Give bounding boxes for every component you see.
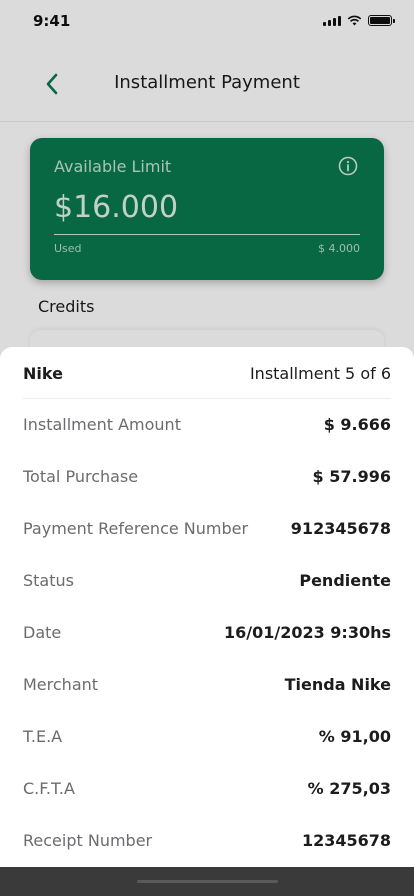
detail-label: Total Purchase bbox=[23, 467, 139, 486]
detail-value: $ 9.666 bbox=[323, 415, 391, 434]
detail-label: C.F.T.A bbox=[23, 779, 75, 798]
detail-row-payment-reference: Payment Reference Number 912345678 bbox=[23, 519, 391, 543]
installment-detail-sheet: Nike Installment 5 of 6 Installment Amou… bbox=[0, 347, 414, 867]
detail-row-installment-amount: Installment Amount $ 9.666 bbox=[23, 415, 391, 439]
detail-value: Tienda Nike bbox=[284, 675, 391, 694]
home-indicator[interactable] bbox=[137, 880, 278, 883]
detail-value: 12345678 bbox=[301, 831, 391, 850]
detail-value: 912345678 bbox=[290, 519, 391, 538]
detail-label: Status bbox=[23, 571, 74, 590]
detail-row-tea: T.E.A % 91,00 bbox=[23, 727, 391, 751]
detail-row-merchant: Merchant Tienda Nike bbox=[23, 675, 391, 699]
detail-row-date: Date 16/01/2023 9:30hs bbox=[23, 623, 391, 647]
detail-row-total-purchase: Total Purchase $ 57.996 bbox=[23, 467, 391, 491]
detail-label: Payment Reference Number bbox=[23, 519, 249, 538]
detail-row-cfta: C.F.T.A % 275,03 bbox=[23, 779, 391, 803]
detail-value: Pendiente bbox=[299, 571, 391, 590]
home-bar-area bbox=[0, 867, 414, 896]
detail-label: Installment Amount bbox=[23, 415, 181, 434]
detail-value: 16/01/2023 9:30hs bbox=[223, 623, 391, 642]
sheet-header: Nike Installment 5 of 6 bbox=[23, 347, 391, 399]
sheet-merchant-name: Nike bbox=[23, 364, 63, 383]
detail-row-receipt-number: Receipt Number 12345678 bbox=[23, 831, 391, 855]
detail-label: Date bbox=[23, 623, 62, 642]
detail-label: T.E.A bbox=[23, 727, 63, 746]
detail-value: % 91,00 bbox=[318, 727, 391, 746]
detail-row-status: Status Pendiente bbox=[23, 571, 391, 595]
detail-label: Merchant bbox=[23, 675, 99, 694]
detail-label: Receipt Number bbox=[23, 831, 153, 850]
installment-count: Installment 5 of 6 bbox=[249, 364, 391, 383]
detail-value: $ 57.996 bbox=[312, 467, 391, 486]
detail-value: % 275,03 bbox=[307, 779, 391, 798]
